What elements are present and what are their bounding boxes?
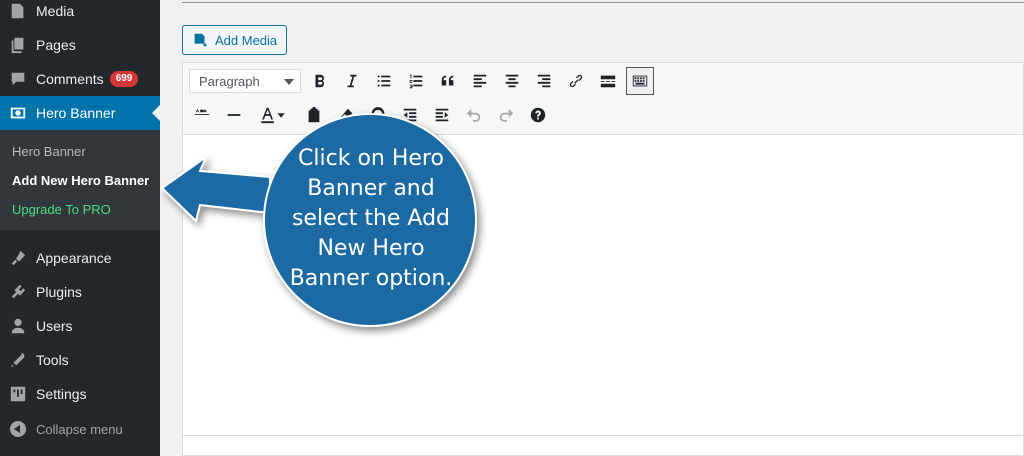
menu-item-comments[interactable]: Comments 699 bbox=[0, 62, 160, 96]
callout-line: select the Add bbox=[291, 206, 451, 231]
menu-label: Hero Banner bbox=[36, 105, 116, 121]
align-left-button[interactable] bbox=[466, 67, 494, 95]
callout-line: Banner option. bbox=[289, 266, 453, 291]
menu-item-appearance[interactable]: Appearance bbox=[0, 241, 160, 275]
submenu-add-new-hero-banner[interactable]: Add New Hero Banner bbox=[12, 173, 149, 188]
title-field-edge bbox=[182, 0, 1024, 3]
menu-item-tools[interactable]: Tools bbox=[0, 343, 160, 377]
plugins-icon bbox=[0, 275, 36, 309]
menu-item-plugins[interactable]: Plugins bbox=[0, 275, 160, 309]
add-media-label: Add Media bbox=[215, 32, 278, 48]
bold-button[interactable] bbox=[306, 67, 334, 95]
read-more-icon bbox=[600, 75, 616, 88]
toolbar-toggle-button[interactable] bbox=[626, 67, 654, 95]
menu-label: Media bbox=[36, 3, 75, 19]
align-left-icon bbox=[473, 74, 487, 88]
tools-icon bbox=[0, 343, 36, 377]
comments-icon bbox=[0, 62, 36, 96]
submenu-hero-banner[interactable]: Hero Banner bbox=[12, 144, 86, 159]
format-select-value: Paragraph bbox=[199, 73, 260, 89]
align-center-icon bbox=[505, 74, 519, 88]
hero-banner-submenu: Hero Banner Add New Hero Banner Upgrade … bbox=[0, 130, 160, 230]
read-more-button[interactable] bbox=[594, 67, 622, 95]
bulleted-list-button[interactable] bbox=[370, 67, 398, 95]
pages-icon bbox=[0, 28, 36, 62]
align-right-icon bbox=[537, 74, 551, 88]
menu-label: Settings bbox=[36, 386, 87, 402]
paragraph-format-select[interactable]: Paragraph bbox=[189, 69, 301, 93]
keyboard-icon bbox=[632, 75, 648, 87]
appearance-icon bbox=[0, 241, 36, 275]
add-media-button[interactable]: Add Media bbox=[182, 25, 287, 55]
collapse-menu-label: Collapse menu bbox=[36, 421, 123, 437]
media-icon bbox=[0, 0, 36, 28]
quote-icon bbox=[441, 75, 454, 86]
menu-item-pages[interactable]: Pages bbox=[0, 28, 160, 62]
menu-label: Plugins bbox=[36, 284, 82, 300]
menu-label: Pages bbox=[36, 37, 76, 53]
users-icon bbox=[0, 309, 36, 343]
hero-banner-icon bbox=[0, 96, 36, 130]
bulleted-list-icon bbox=[377, 75, 391, 87]
collapse-menu-button[interactable]: Collapse menu bbox=[0, 414, 160, 444]
insert-link-button[interactable] bbox=[562, 67, 590, 95]
menu-label: Comments bbox=[36, 71, 104, 87]
editor-content-bottom bbox=[183, 435, 1023, 436]
italic-button[interactable] bbox=[338, 67, 366, 95]
align-center-button[interactable] bbox=[498, 67, 526, 95]
menu-label: Appearance bbox=[36, 250, 112, 266]
collapse-arrow-icon bbox=[0, 421, 36, 437]
callout-text: Click on Hero Banner and select the Add … bbox=[276, 144, 466, 294]
menu-label: Users bbox=[36, 318, 73, 334]
callout-line: New Hero bbox=[317, 236, 425, 261]
callout-line: Banner and bbox=[307, 176, 435, 201]
settings-icon bbox=[0, 377, 36, 411]
callout-line: Click on Hero bbox=[298, 146, 444, 171]
menu-item-settings[interactable]: Settings bbox=[0, 377, 160, 411]
align-right-button[interactable] bbox=[530, 67, 558, 95]
keyboard-shortcuts-button[interactable] bbox=[524, 101, 552, 129]
blockquote-button[interactable] bbox=[434, 67, 462, 95]
link-icon bbox=[569, 74, 583, 88]
comments-count-badge: 699 bbox=[109, 71, 139, 87]
italic-icon bbox=[347, 74, 357, 88]
admin-sidebar: Media Pages Comments 699 Hero Banner Her… bbox=[0, 0, 160, 456]
numbered-list-button[interactable] bbox=[402, 67, 430, 95]
chevron-down-icon bbox=[284, 79, 294, 85]
numbered-list-icon bbox=[409, 74, 423, 89]
menu-label: Tools bbox=[36, 352, 69, 368]
menu-item-media[interactable]: Media bbox=[0, 0, 160, 28]
bold-icon bbox=[315, 74, 324, 88]
submenu-upgrade-to-pro[interactable]: Upgrade To PRO bbox=[12, 202, 111, 217]
media-icon bbox=[194, 33, 207, 47]
help-icon bbox=[530, 107, 546, 123]
menu-item-users[interactable]: Users bbox=[0, 309, 160, 343]
menu-item-hero-banner[interactable]: Hero Banner bbox=[0, 96, 160, 130]
